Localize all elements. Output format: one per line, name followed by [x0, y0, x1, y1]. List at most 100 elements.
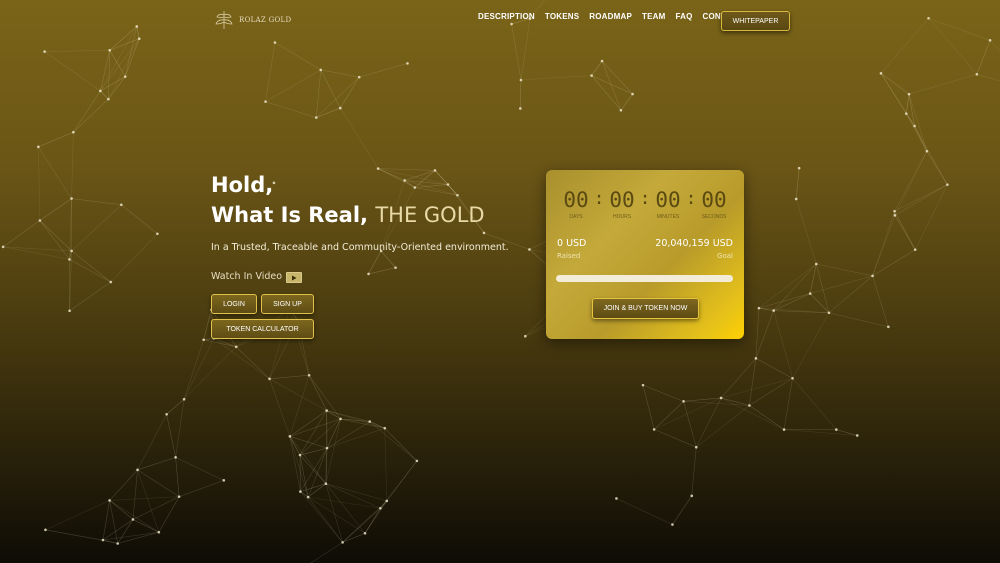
- network-node: [652, 428, 656, 431]
- network-node: [682, 400, 685, 403]
- network-line: [109, 469, 138, 501]
- network-node: [482, 231, 486, 235]
- network-line: [124, 38, 140, 77]
- whitepaper-button[interactable]: WHITEPAPER: [721, 11, 790, 31]
- network-line: [642, 384, 684, 402]
- network-node: [814, 262, 818, 266]
- network-line: [269, 378, 327, 411]
- network-line: [520, 75, 592, 81]
- network-line: [369, 421, 418, 462]
- network-line: [44, 49, 110, 52]
- network-line: [316, 107, 341, 118]
- network-node: [68, 258, 71, 261]
- network-line: [342, 532, 366, 543]
- network-line: [175, 399, 185, 458]
- hero-line2-prefix: What Is Real,: [211, 203, 376, 227]
- network-line: [166, 414, 176, 458]
- network-line: [908, 74, 977, 95]
- countdown-minutes-value: 00: [655, 188, 681, 212]
- network-line: [307, 496, 343, 543]
- network-line: [816, 263, 873, 277]
- network-line: [620, 93, 633, 111]
- network-line: [654, 429, 697, 448]
- network-node: [325, 409, 328, 412]
- network-node: [887, 325, 890, 329]
- network-line: [325, 483, 381, 509]
- network-node: [690, 494, 694, 498]
- network-line: [914, 125, 948, 185]
- network-node: [827, 311, 831, 315]
- countdown-separator: :: [685, 188, 697, 209]
- network-node: [174, 456, 177, 459]
- countdown-days: 00 DAYS: [560, 188, 592, 220]
- network-node: [116, 542, 119, 545]
- network-node: [782, 428, 786, 431]
- network-line: [326, 410, 341, 420]
- network-node: [524, 334, 527, 338]
- network-node: [44, 528, 47, 532]
- network-line: [601, 60, 622, 111]
- network-line: [325, 418, 341, 484]
- network-line: [773, 263, 817, 311]
- network-line: [308, 375, 341, 420]
- network-node: [325, 446, 329, 450]
- network-line: [38, 146, 41, 221]
- network-line: [340, 107, 379, 169]
- countdown-hours-label: HOURS: [612, 214, 632, 220]
- network-node: [893, 209, 896, 213]
- countdown-minutes-label: MINUTES: [656, 214, 680, 220]
- network-node: [135, 25, 139, 28]
- network-line: [926, 150, 948, 185]
- network-line: [175, 457, 224, 481]
- signup-button[interactable]: SIGN UP: [261, 294, 314, 314]
- network-line: [45, 529, 118, 544]
- network-line: [326, 427, 385, 449]
- network-node: [383, 426, 387, 430]
- logo-text: ROLAZ GOLD: [239, 16, 292, 24]
- nav-faq[interactable]: FAQ: [675, 12, 692, 21]
- network-line: [749, 405, 785, 430]
- main-nav: DESCRIPTION TOKENS ROADMAP TEAM FAQ CONT…: [478, 12, 742, 21]
- network-line: [616, 498, 673, 525]
- network-line: [236, 346, 270, 380]
- network-line: [300, 447, 328, 492]
- login-button[interactable]: LOGIN: [211, 294, 257, 314]
- nav-roadmap[interactable]: ROADMAP: [589, 12, 632, 21]
- network-line: [783, 378, 793, 430]
- network-line: [654, 397, 722, 430]
- network-node: [357, 75, 361, 79]
- network-line: [137, 469, 180, 497]
- network-line: [136, 26, 140, 39]
- countdown-separator: :: [593, 188, 605, 209]
- nav-description[interactable]: DESCRIPTION: [478, 12, 535, 21]
- video-icon[interactable]: [286, 272, 303, 283]
- network-node: [363, 531, 367, 535]
- network-node: [43, 50, 46, 53]
- network-line: [894, 215, 916, 250]
- watch-video-link[interactable]: Watch In Video: [211, 269, 303, 283]
- network-line: [100, 90, 109, 100]
- logo[interactable]: ROLAZ GOLD: [213, 9, 291, 31]
- network-node: [298, 453, 302, 457]
- network-line: [880, 18, 929, 74]
- nav-team[interactable]: TEAM: [642, 12, 665, 21]
- countdown-seconds-label: SECONDS: [701, 214, 727, 220]
- network-line: [289, 436, 327, 484]
- nav-tokens[interactable]: TOKENS: [545, 12, 579, 21]
- network-line: [384, 428, 418, 462]
- network-node: [120, 203, 123, 207]
- network-line: [520, 18, 531, 81]
- network-node: [631, 92, 634, 96]
- network-node: [406, 62, 409, 65]
- network-line: [183, 339, 204, 400]
- background-network: [1, 0, 1000, 563]
- network-line: [809, 293, 830, 314]
- hero-heading: Hold, What Is Real, THE GOLD: [211, 170, 485, 230]
- network-line: [384, 428, 388, 501]
- network-line: [38, 131, 74, 148]
- token-calculator-button[interactable]: TOKEN CALCULATOR: [211, 319, 314, 339]
- network-node: [946, 183, 949, 186]
- network-line: [914, 125, 928, 152]
- join-buy-token-button[interactable]: JOIN & BUY TOKEN NOW: [592, 298, 699, 319]
- network-node: [123, 75, 127, 78]
